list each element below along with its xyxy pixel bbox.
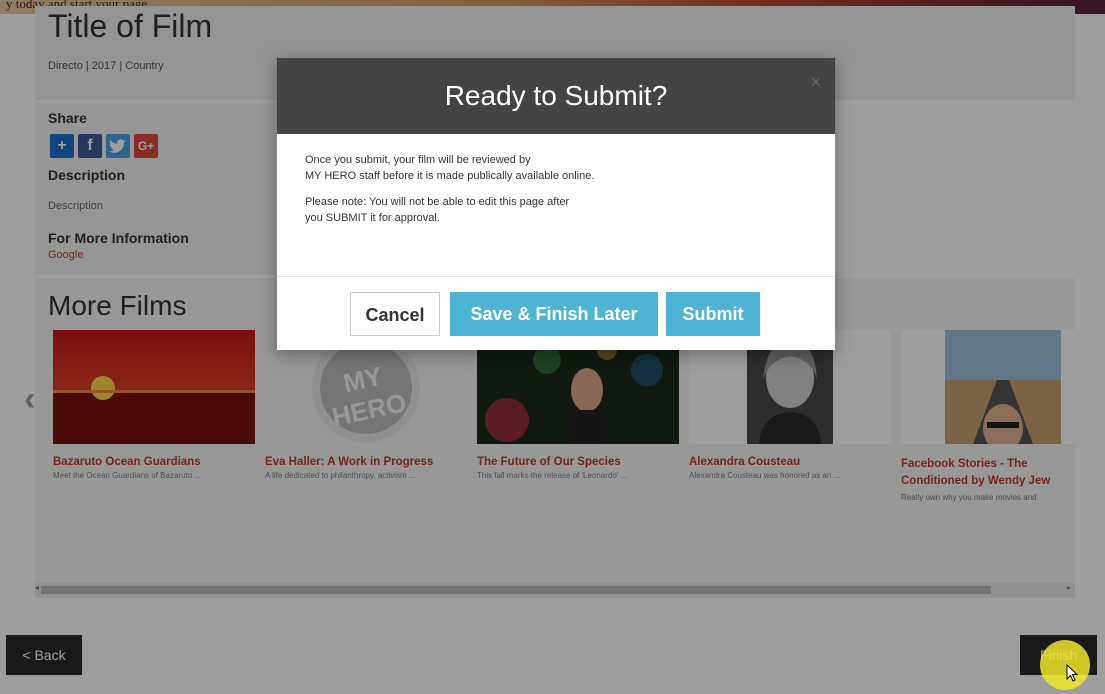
dialog-body: Once you submit, your film will be revie… bbox=[305, 152, 805, 236]
click-highlight bbox=[1040, 640, 1090, 690]
mouse-pointer-icon bbox=[1066, 664, 1079, 682]
dialog-divider bbox=[277, 276, 835, 277]
review-notice-line-1: Once you submit, your film will be revie… bbox=[305, 154, 531, 166]
edit-warning-line-1: Please note: You will not be able to edi… bbox=[305, 196, 570, 208]
cancel-button[interactable]: Cancel bbox=[350, 292, 440, 336]
close-icon[interactable]: × bbox=[810, 72, 821, 93]
submit-button[interactable]: Submit bbox=[666, 292, 760, 336]
dialog-title: Ready to Submit? bbox=[444, 80, 668, 111]
review-notice: Once you submit, your film will be revie… bbox=[305, 152, 805, 184]
edit-warning-line-2: you SUBMIT it for approval. bbox=[305, 212, 440, 224]
save-finish-later-button[interactable]: Save & Finish Later bbox=[450, 292, 658, 336]
submit-dialog: Ready to Submit? × Once you submit, your… bbox=[277, 58, 835, 350]
dialog-header: Ready to Submit? × bbox=[277, 58, 835, 134]
review-notice-line-2: MY HERO staff before it is made publical… bbox=[305, 170, 595, 182]
edit-warning: Please note: You will not be able to edi… bbox=[305, 194, 805, 226]
